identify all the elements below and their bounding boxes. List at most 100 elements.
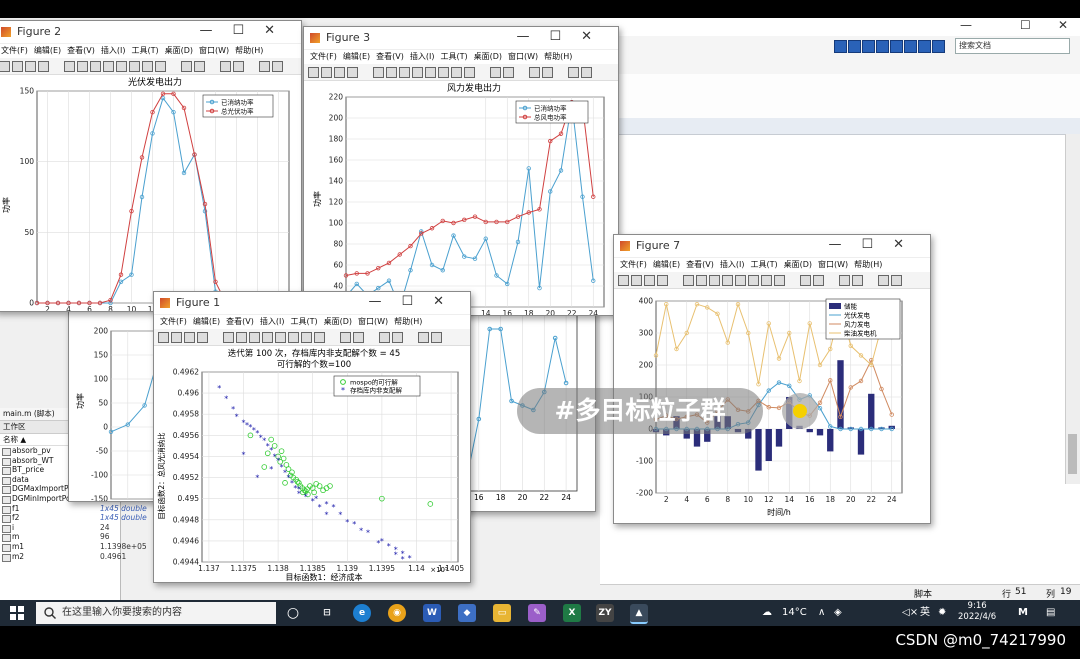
notification-icon[interactable]: M [1018, 600, 1028, 626]
menu-item[interactable]: 帮助(H) [854, 258, 882, 272]
toolbar-tool-icon[interactable] [142, 61, 153, 72]
network-icon[interactable]: ◈ [834, 600, 842, 626]
toolbar-tool-icon[interactable] [839, 275, 850, 286]
toolbar-tool-icon[interactable] [529, 67, 540, 78]
figure-window-2[interactable]: Figure 2 —☐✕ 文件(F) 编辑(E) 查看(V) 插入(I) 工具(T) 桌面… [0, 20, 302, 312]
menu-item[interactable]: 窗口(W) [358, 315, 388, 329]
menu-item[interactable]: 编辑(E) [653, 258, 680, 272]
figure-3-menubar[interactable]: 文件(F) 编辑(E) 查看(V) 插入(I) 工具(T) 桌面(D) 窗口(W) 帮助(H) [304, 50, 618, 64]
menu-item[interactable]: 工具(T) [440, 50, 467, 64]
menu-item[interactable]: 工具(T) [750, 258, 777, 272]
paint-icon[interactable]: ✎ [528, 604, 546, 622]
toolbar-tool-icon[interactable] [373, 67, 384, 78]
menu-item[interactable]: 桌面(D) [165, 44, 193, 58]
edge-browser-icon[interactable]: e [353, 604, 371, 622]
toolbar-tool-icon[interactable] [490, 67, 501, 78]
toolbar-tool-icon[interactable] [334, 67, 345, 78]
menu-item[interactable]: 桌面(D) [324, 315, 352, 329]
figure-2-titlebar[interactable]: Figure 2 —☐✕ [0, 21, 301, 44]
excel-icon[interactable]: X [563, 604, 581, 622]
toolbar-tool-icon[interactable] [581, 67, 592, 78]
menu-item[interactable]: 窗口(W) [818, 258, 848, 272]
toolbar-tool-icon[interactable] [386, 67, 397, 78]
toolbar-tool-icon[interactable] [223, 332, 234, 343]
window-controls[interactable]: —☐✕ [516, 29, 612, 44]
toolbar-tool-icon[interactable] [722, 275, 733, 286]
toolbar-tool-icon[interactable] [249, 332, 260, 343]
menu-item[interactable]: 帮助(H) [544, 50, 572, 64]
toolbar-tool-icon[interactable] [275, 332, 286, 343]
toolbar-tool-icon[interactable] [25, 61, 36, 72]
toolbar-tool-icon[interactable] [735, 275, 746, 286]
search-input[interactable]: 搜索文档 [955, 38, 1070, 54]
toolbar-icon[interactable] [862, 40, 875, 53]
toolbar-icon[interactable] [932, 40, 945, 53]
toolbar-tool-icon[interactable] [800, 275, 811, 286]
matlab-icon[interactable]: ▲ [630, 604, 648, 624]
menu-item[interactable]: 插入(I) [101, 44, 126, 58]
toolbar-tool-icon[interactable] [0, 61, 10, 72]
close-icon[interactable]: ✕ [1058, 18, 1068, 32]
toolbar-tool-icon[interactable] [321, 67, 332, 78]
toolbar-icon[interactable] [834, 40, 847, 53]
toolbar-tool-icon[interactable] [158, 332, 169, 343]
toolbar-tool-icon[interactable] [748, 275, 759, 286]
ime-indicator[interactable]: 英 [920, 600, 930, 626]
toolbar-tool-icon[interactable] [399, 67, 410, 78]
zy-app-icon[interactable]: ZY [596, 604, 614, 622]
windows-start-icon[interactable] [10, 606, 24, 620]
figure-1-menubar[interactable]: 文件(F) 编辑(E) 查看(V) 插入(I) 工具(T) 桌面(D) 窗口(W) 帮助(H) [154, 315, 470, 329]
menu-item[interactable]: 文件(F) [160, 315, 187, 329]
figure-window-3[interactable]: Figure 3 —☐✕ 文件(F) 编辑(E) 查看(V) 插入(I) 工具(T) 桌面… [303, 26, 619, 316]
file-explorer-icon[interactable]: ▭ [493, 604, 511, 622]
toolbar-tool-icon[interactable] [618, 275, 629, 286]
menu-item[interactable]: 查看(V) [67, 44, 95, 58]
toolbar-tool-icon[interactable] [308, 67, 319, 78]
toolbar-tool-icon[interactable] [644, 275, 655, 286]
toolbar-tool-icon[interactable] [314, 332, 325, 343]
menu-item[interactable]: 编辑(E) [34, 44, 61, 58]
toolbar-tool-icon[interactable] [392, 332, 403, 343]
toolbar-tool-icon[interactable] [542, 67, 553, 78]
workspace-variable-row[interactable]: f1 1x45 double [0, 504, 147, 514]
window-controls[interactable]: —☐✕ [828, 237, 924, 252]
toolbar-tool-icon[interactable] [236, 332, 247, 343]
toolbar-tool-icon[interactable] [347, 67, 358, 78]
weather-icon[interactable]: ☁ [762, 600, 772, 626]
toolbar-tool-icon[interactable] [431, 332, 442, 343]
toolbar-tool-icon[interactable] [184, 332, 195, 343]
toolbar-tool-icon[interactable] [259, 61, 270, 72]
menu-item[interactable]: 文件(F) [620, 258, 647, 272]
menu-item[interactable]: 帮助(H) [235, 44, 263, 58]
toolbar-tool-icon[interactable] [379, 332, 390, 343]
toolbar-tool-icon[interactable] [77, 61, 88, 72]
scrollbar[interactable] [1065, 134, 1080, 484]
menu-item[interactable]: 编辑(E) [193, 315, 220, 329]
figure-window-7[interactable]: Figure 7 —☐✕ 文件(F) 编辑(E) 查看(V) 插入(I) 工具(T) 桌面… [613, 234, 931, 524]
figure-7-titlebar[interactable]: Figure 7 —☐✕ [614, 235, 930, 258]
toolbar-tool-icon[interactable] [171, 332, 182, 343]
toolbar-tool-icon[interactable] [418, 332, 429, 343]
toolbar-tool-icon[interactable] [340, 332, 351, 343]
toolbar-tool-icon[interactable] [181, 61, 192, 72]
figure-3-titlebar[interactable]: Figure 3 —☐✕ [304, 27, 618, 50]
menu-item[interactable]: 桌面(D) [474, 50, 502, 64]
toolbar-icon[interactable] [904, 40, 917, 53]
minimize-icon[interactable]: — [960, 18, 972, 32]
toolbar-icon[interactable] [918, 40, 931, 53]
toolbar-tool-icon[interactable] [12, 61, 23, 72]
workspace-variable-row[interactable]: f2 1x45 double [0, 513, 147, 524]
toolbar-tool-icon[interactable] [878, 275, 889, 286]
figure-1-titlebar[interactable]: Figure 1 —☐✕ [154, 292, 470, 315]
word-icon[interactable]: W [423, 604, 441, 622]
menu-item[interactable]: 工具(T) [290, 315, 317, 329]
toolbar-icon[interactable] [848, 40, 861, 53]
workspace-variable-row[interactable]: m1 1.1398e+05 [0, 542, 147, 552]
toolbar-tool-icon[interactable] [353, 332, 364, 343]
volume-icon[interactable]: ◁× [902, 600, 918, 626]
toolbar-tool-icon[interactable] [155, 61, 166, 72]
menu-item[interactable]: 插入(I) [260, 315, 285, 329]
window-controls[interactable]: —☐✕ [199, 23, 295, 38]
workspace-variable-row[interactable]: m 96 [0, 532, 120, 543]
toolbar-tool-icon[interactable] [38, 61, 49, 72]
